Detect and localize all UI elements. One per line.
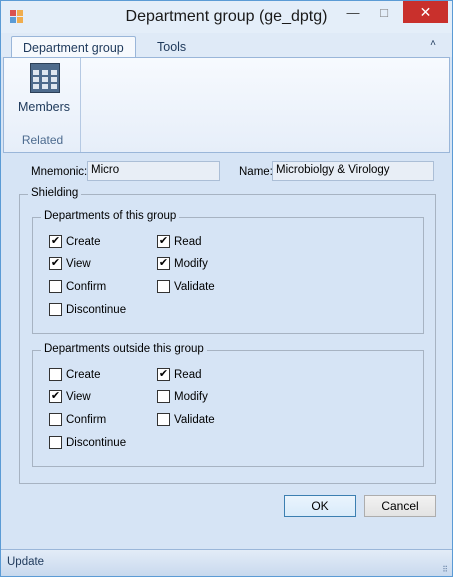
outside-view-checkbox[interactable]: ✔ View bbox=[49, 390, 91, 403]
outside-confirm-checkbox[interactable]: Confirm bbox=[49, 413, 106, 426]
checkbox-box bbox=[49, 436, 62, 449]
ribbon-group-related: Members Related bbox=[4, 58, 81, 152]
maximize-button[interactable]: □ bbox=[369, 1, 399, 23]
checkbox-label: Modify bbox=[174, 390, 208, 403]
inside-modify-checkbox[interactable]: ✔ Modify bbox=[157, 257, 208, 270]
inside-read-checkbox[interactable]: ✔ Read bbox=[157, 235, 202, 248]
checkbox-label: Read bbox=[174, 368, 202, 381]
checkbox-label: Validate bbox=[174, 413, 215, 426]
title-bar: Department group (ge_dptg) — □ ✕ bbox=[1, 1, 452, 33]
checkbox-label: View bbox=[66, 390, 91, 403]
checkbox-box bbox=[157, 413, 170, 426]
checkbox-label: Modify bbox=[174, 257, 208, 270]
close-icon: ✕ bbox=[419, 3, 432, 20]
name-input[interactable]: Microbiolgy & Virology bbox=[272, 161, 434, 181]
checkbox-box bbox=[157, 280, 170, 293]
checkbox-label: View bbox=[66, 257, 91, 270]
name-label: Name: bbox=[239, 166, 273, 178]
checkbox-box: ✔ bbox=[49, 235, 62, 248]
checkbox-label: Discontinue bbox=[66, 303, 127, 316]
checkbox-box: ✔ bbox=[157, 257, 170, 270]
status-text: Update bbox=[7, 556, 45, 568]
mnemonic-input[interactable]: Micro bbox=[87, 161, 220, 181]
shielding-legend: Shielding bbox=[28, 187, 82, 199]
members-button[interactable]: Members bbox=[11, 60, 77, 118]
maximize-icon: □ bbox=[380, 4, 388, 20]
checkbox-box bbox=[49, 413, 62, 426]
outside-legend: Departments outside this group bbox=[41, 343, 207, 355]
checkbox-label: Read bbox=[174, 235, 202, 248]
ribbon-panel: Members Related bbox=[3, 57, 450, 153]
outside-read-checkbox[interactable]: ✔ Read bbox=[157, 368, 202, 381]
inside-view-checkbox[interactable]: ✔ View bbox=[49, 257, 91, 270]
cancel-button[interactable]: Cancel bbox=[364, 495, 436, 517]
ribbon-group-label: Related bbox=[21, 133, 64, 147]
inside-create-checkbox[interactable]: ✔ Create bbox=[49, 235, 101, 248]
checkbox-box: ✔ bbox=[157, 368, 170, 381]
minimize-button[interactable]: — bbox=[338, 1, 368, 23]
ok-button[interactable]: OK bbox=[284, 495, 356, 517]
status-bar: Update ⠿ bbox=[1, 549, 452, 576]
checkbox-box bbox=[157, 390, 170, 403]
resize-grip-icon[interactable]: ⠿ bbox=[442, 566, 448, 574]
checkbox-label: Confirm bbox=[66, 413, 107, 426]
ribbon-tab-strip: Department group Tools bbox=[1, 33, 452, 58]
checkbox-label: Create bbox=[66, 368, 101, 381]
department-group-window: Department group (ge_dptg) — □ ✕ Departm… bbox=[0, 0, 453, 577]
checkbox-label: Discontinue bbox=[66, 436, 127, 449]
ribbon-collapse-icon[interactable]: ˄ bbox=[425, 38, 441, 50]
checkbox-box bbox=[49, 303, 62, 316]
checkbox-label: Validate bbox=[174, 280, 215, 293]
checkbox-box bbox=[49, 368, 62, 381]
outside-create-checkbox[interactable]: Create bbox=[49, 368, 101, 381]
members-grid-icon bbox=[30, 63, 60, 93]
tab-tools[interactable]: Tools bbox=[146, 36, 197, 58]
checkbox-box: ✔ bbox=[49, 390, 62, 403]
outside-validate-checkbox[interactable]: Validate bbox=[157, 413, 215, 426]
inside-discontinue-checkbox[interactable]: Discontinue bbox=[49, 303, 126, 316]
minimize-icon: — bbox=[346, 4, 360, 20]
outside-modify-checkbox[interactable]: Modify bbox=[157, 390, 208, 403]
checkbox-label: Confirm bbox=[66, 280, 107, 293]
inside-legend: Departments of this group bbox=[41, 210, 180, 222]
tab-department-group[interactable]: Department group bbox=[11, 36, 136, 58]
inside-validate-checkbox[interactable]: Validate bbox=[157, 280, 215, 293]
checkbox-box: ✔ bbox=[157, 235, 170, 248]
members-label: Members bbox=[17, 100, 71, 114]
mnemonic-label: Mnemonic: bbox=[31, 166, 88, 178]
checkbox-box bbox=[49, 280, 62, 293]
inside-confirm-checkbox[interactable]: Confirm bbox=[49, 280, 106, 293]
close-button[interactable]: ✕ bbox=[403, 1, 448, 23]
outside-discontinue-checkbox[interactable]: Discontinue bbox=[49, 436, 126, 449]
checkbox-label: Create bbox=[66, 235, 101, 248]
checkbox-box: ✔ bbox=[49, 257, 62, 270]
